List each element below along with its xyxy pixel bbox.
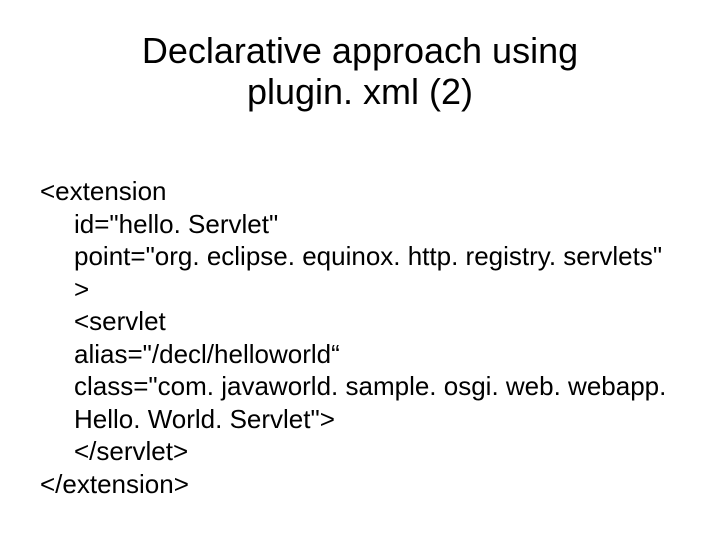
- slide-title: Declarative approach using plugin. xml (…: [40, 30, 680, 113]
- code-line: </servlet>: [40, 435, 680, 468]
- code-line: Hello. World. Servlet">: [40, 403, 680, 436]
- title-line-1: Declarative approach using: [142, 30, 578, 71]
- code-line: <extension: [40, 176, 166, 206]
- code-line: >: [40, 273, 680, 306]
- code-line: </extension>: [40, 469, 189, 499]
- title-line-2: plugin. xml (2): [247, 71, 473, 112]
- code-line: point="org. eclipse. equinox. http. regi…: [40, 240, 680, 273]
- code-line: <servlet: [40, 305, 680, 338]
- code-line: id="hello. Servlet": [40, 208, 680, 241]
- slide: Declarative approach using plugin. xml (…: [0, 0, 720, 540]
- code-line: class="com. javaworld. sample. osgi. web…: [40, 370, 680, 403]
- code-line: alias="/decl/helloworld“: [40, 338, 680, 371]
- code-block: <extension id="hello. Servlet"point="org…: [40, 143, 680, 533]
